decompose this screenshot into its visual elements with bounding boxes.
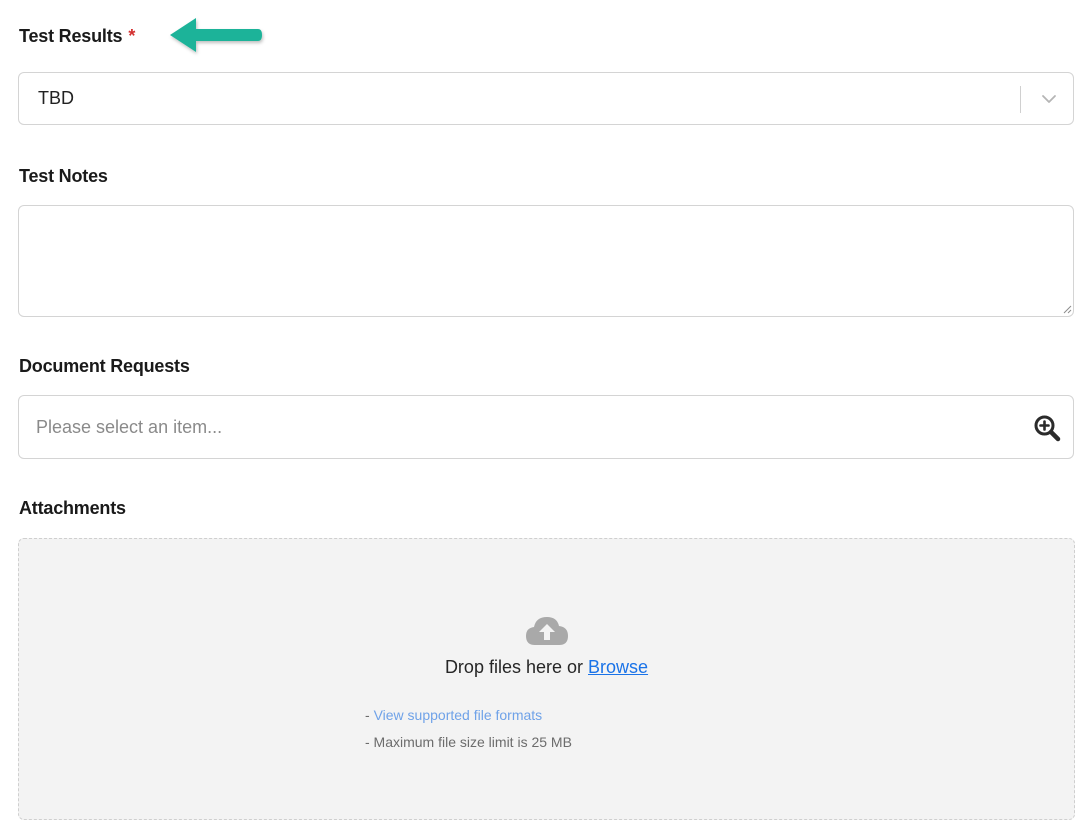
attachments-label: Attachments [19, 498, 126, 518]
document-requests-input[interactable] [36, 414, 996, 440]
form-page: Test Results * TBD Test Notes Document Re… [0, 0, 1086, 824]
drop-files-label: Drop files here or [444, 657, 583, 677]
document-requests-lookup [18, 395, 1074, 459]
document-requests-label: Document Requests [19, 356, 190, 376]
browse-link[interactable]: Browse [588, 657, 648, 677]
test-results-label-text: Test Results [19, 26, 123, 46]
supported-formats-line: - View supported file formats [365, 707, 542, 723]
cloud-upload-icon [526, 617, 568, 645]
select-divider [1020, 86, 1021, 113]
formats-prefix: - [365, 707, 374, 723]
test-results-label: Test Results * [19, 26, 135, 47]
arrow-left-icon [170, 18, 262, 52]
file-size-limit-text: - Maximum file size limit is 25 MB [365, 734, 572, 750]
resize-handle-icon[interactable] [1062, 304, 1072, 314]
zoom-in-icon[interactable] [1033, 414, 1061, 442]
test-results-select[interactable]: TBD [18, 72, 1074, 125]
attachments-dropzone[interactable]: Drop files here or Browse - View support… [18, 538, 1075, 820]
chevron-down-icon[interactable] [1039, 90, 1059, 108]
test-notes-textarea[interactable] [18, 205, 1074, 317]
test-notes-label: Test Notes [19, 166, 108, 186]
view-supported-formats-link[interactable]: View supported file formats [374, 707, 543, 723]
test-results-selected-value: TBD [38, 88, 74, 108]
required-asterisk: * [128, 26, 136, 46]
drop-files-text: Drop files here or Browse [19, 657, 1074, 678]
